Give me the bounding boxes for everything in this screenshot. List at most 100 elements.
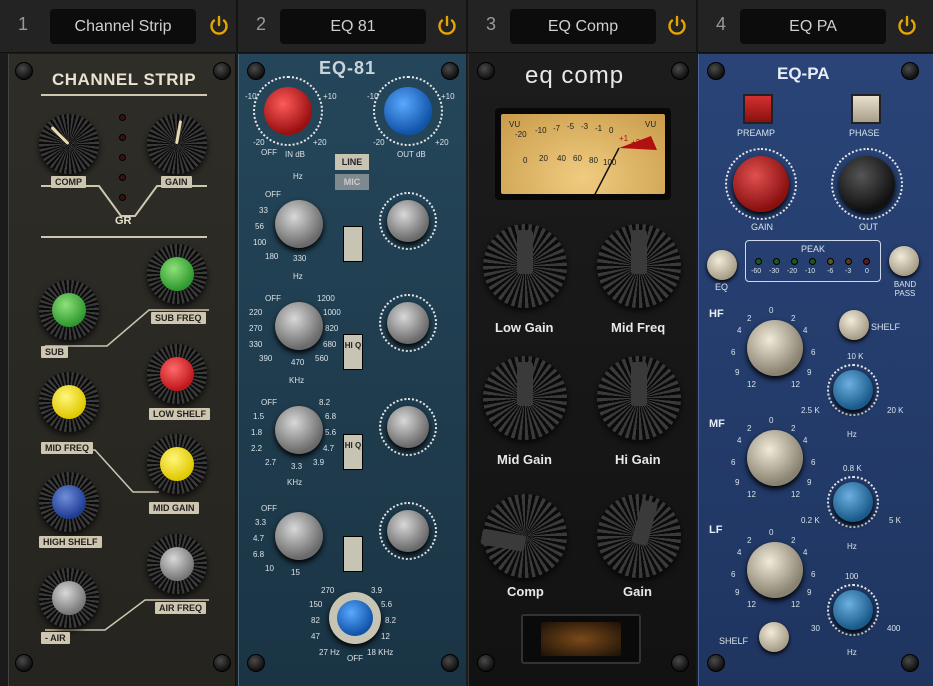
screw (477, 654, 495, 672)
band2-gain-knob[interactable] (387, 302, 429, 344)
comp-knob[interactable] (39, 114, 99, 174)
mf-gain-knob[interactable] (747, 430, 803, 486)
lf-shelf-button[interactable] (759, 622, 789, 652)
slot-name-button[interactable]: EQ Comp (510, 9, 656, 44)
gain-knob[interactable] (733, 156, 789, 212)
preamp-button[interactable] (743, 94, 773, 124)
band4-freq-knob[interactable] (275, 512, 323, 560)
hi-gain-label: Hi Gain (615, 452, 661, 467)
scale-label: 4.7 (253, 534, 265, 543)
power-icon[interactable] (666, 15, 688, 37)
band1-gain-knob[interactable] (387, 200, 429, 242)
screw (477, 62, 495, 80)
scale-label: 56 (255, 222, 264, 231)
comp-label: Comp (507, 584, 544, 599)
hpf-knob[interactable] (337, 600, 373, 636)
screw (15, 62, 33, 80)
scale-label: 5.6 (381, 600, 393, 609)
band2-freq-knob[interactable] (275, 302, 323, 350)
band2-hiq-switch[interactable]: HI Q (343, 334, 363, 370)
scale-label: 12 (791, 600, 800, 609)
scale-label: 330 (249, 340, 263, 349)
slot-name-button[interactable]: Channel Strip (50, 9, 196, 44)
freq-label: 20 K (887, 406, 904, 415)
hz-label: Hz (293, 272, 303, 281)
out-gain-knob[interactable] (384, 87, 432, 135)
screw (213, 62, 231, 80)
slot-number: 1 (18, 14, 29, 34)
out-knob[interactable] (839, 156, 895, 212)
peak-label: PEAK (801, 244, 826, 254)
scale-label: 4 (803, 326, 808, 335)
peak-led (809, 258, 816, 265)
power-icon[interactable] (208, 15, 230, 37)
line-button[interactable]: LINE (335, 154, 369, 170)
mid-freq-label: MID FREQ (41, 442, 93, 454)
scale-label: OFF (347, 654, 363, 663)
scale-label: 2 (791, 314, 796, 323)
lf-freq-knob[interactable] (833, 590, 873, 630)
knob-cap (160, 357, 194, 391)
band4-gain-knob[interactable] (387, 510, 429, 552)
scale-label: 680 (323, 340, 337, 349)
band1-freq-knob[interactable] (275, 200, 323, 248)
high-shelf-label: HIGH SHELF (39, 536, 102, 548)
shelf-label: SHELF (871, 322, 901, 332)
slot-3: 3 EQ Comp (468, 0, 698, 53)
scale-label: 0 (769, 306, 774, 315)
scale-label: 18 KHz (367, 648, 394, 657)
mic-button[interactable]: MIC (335, 174, 369, 190)
lf-gain-knob[interactable] (747, 542, 803, 598)
scale-label: 330 (293, 254, 307, 263)
scale-label: 2.7 (265, 458, 277, 467)
band3-freq-knob[interactable] (275, 406, 323, 454)
hf-gain-knob[interactable] (747, 320, 803, 376)
scale-label: 10 (265, 564, 274, 573)
screw (247, 654, 265, 672)
freq-label: 10 K (847, 352, 864, 361)
hz-label: Hz (293, 172, 303, 181)
mid-freq-label: Mid Freq (611, 320, 666, 335)
eq-button[interactable] (707, 250, 737, 280)
divider (41, 94, 207, 96)
khz-label: KHz (289, 376, 305, 385)
band3-hiq-switch[interactable]: HI Q (343, 434, 363, 470)
scale-label: 9 (735, 588, 740, 597)
power-icon[interactable] (436, 15, 458, 37)
slot-name-button[interactable]: EQ 81 (280, 9, 426, 44)
mid-gain-label: MID GAIN (149, 502, 199, 514)
scale-label: 12 (791, 380, 800, 389)
knob-cap (52, 293, 86, 327)
air-freq-label: AIR FREQ (155, 602, 207, 614)
hf-shelf-button[interactable] (839, 310, 869, 340)
band4-shape-switch[interactable] (343, 536, 363, 572)
sub-freq-label: SUB FREQ (151, 312, 206, 324)
scale-label: +20 (435, 138, 449, 147)
band3-gain-knob[interactable] (387, 406, 429, 448)
scale-label: 12 (747, 600, 756, 609)
hf-freq-knob[interactable] (833, 370, 873, 410)
scale-label: 220 (249, 308, 263, 317)
phase-button[interactable] (851, 94, 881, 124)
scale-label: 12 (381, 632, 390, 641)
scale-label: 1000 (323, 308, 341, 317)
peak-led (827, 258, 834, 265)
in-gain-knob[interactable] (264, 87, 312, 135)
scale-label: 47 (311, 632, 320, 641)
hz-label: Hz (847, 542, 857, 551)
scale-label: 2 (791, 536, 796, 545)
off-label: OFF (261, 504, 277, 513)
slot-4: 4 EQ PA (698, 0, 933, 53)
in-db-label: IN dB (285, 150, 306, 159)
peak-scale: -10 (805, 268, 816, 275)
screw (901, 654, 919, 672)
band1-shape-switch[interactable] (343, 226, 363, 262)
mf-freq-knob[interactable] (833, 482, 873, 522)
scale-label: 180 (265, 252, 279, 261)
scale-label: 12 (791, 490, 800, 499)
band-pass-button[interactable] (889, 246, 919, 276)
power-icon[interactable] (896, 15, 918, 37)
knob-cap (160, 447, 194, 481)
slot-name-button[interactable]: EQ PA (740, 9, 886, 44)
scale-label: 4.7 (323, 444, 335, 453)
